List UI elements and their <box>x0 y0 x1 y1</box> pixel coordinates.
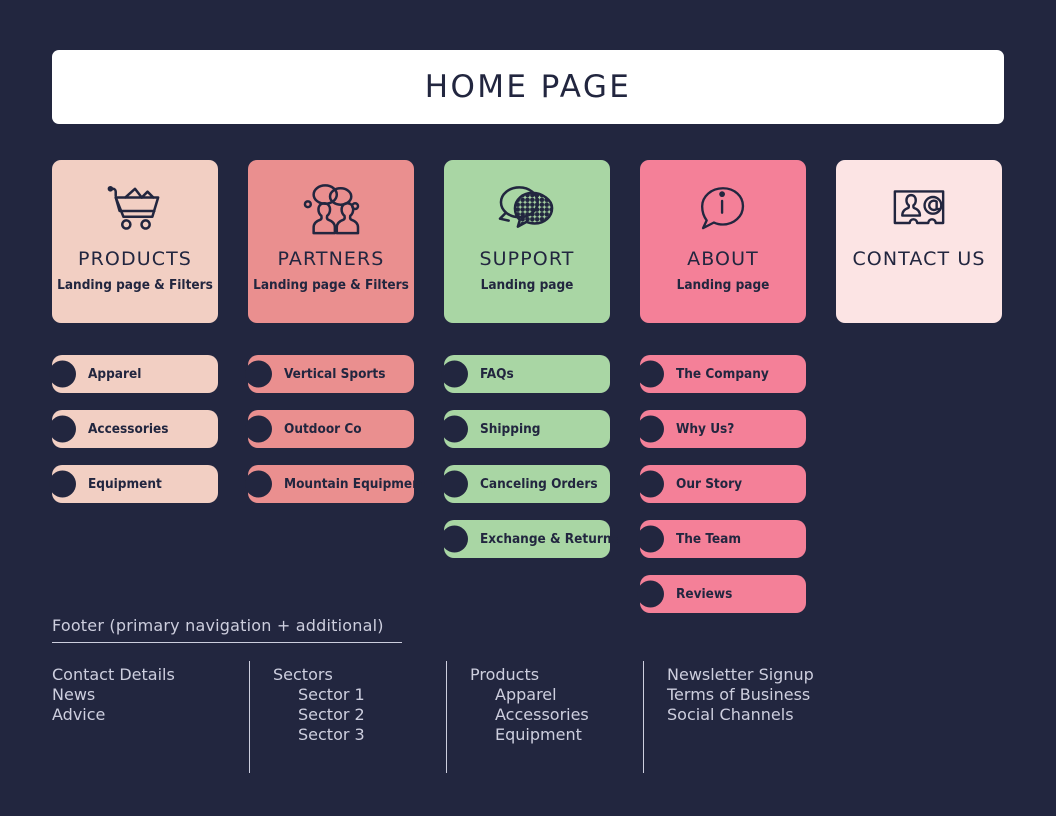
footer-link[interactable]: Accessories <box>470 705 623 725</box>
subpage-pill[interactable]: The Company <box>637 355 806 393</box>
pill-label: FAQs <box>480 366 514 382</box>
pill-bullet-icon <box>637 360 664 388</box>
subpage-column-products: Apparel Accessories Equipment <box>49 355 218 613</box>
category-card-about[interactable]: ABOUT Landing page <box>640 160 806 323</box>
pill-label: Shipping <box>480 421 541 437</box>
footer-column-0: Contact Details News Advice <box>52 665 249 777</box>
footer-column-divider <box>643 661 644 773</box>
category-card-support[interactable]: SUPPORT Landing page <box>444 160 610 323</box>
pill-bullet-icon <box>637 525 664 553</box>
subpage-pill[interactable]: Our Story <box>637 465 806 503</box>
subpage-pill[interactable]: FAQs <box>441 355 610 393</box>
category-card-title: SUPPORT <box>479 248 575 270</box>
page-title: HOME PAGE <box>424 69 632 105</box>
pill-bullet-icon <box>245 360 272 388</box>
footer-link[interactable]: Apparel <box>470 685 623 705</box>
footer-link[interactable]: Sector 3 <box>273 725 426 745</box>
info-bubble-icon <box>694 180 752 240</box>
pill-label: Why Us? <box>676 421 735 437</box>
pill-bullet-icon <box>441 525 468 553</box>
category-card-title: PARTNERS <box>277 248 385 270</box>
footer-link[interactable]: Sectors <box>273 665 426 685</box>
subpage-column-support: FAQs Shipping Canceling Orders Exchange & R… <box>441 355 619 613</box>
footer-link[interactable]: Contact Details <box>52 665 229 685</box>
contact-card-icon <box>889 180 949 240</box>
footer-column-divider <box>249 661 250 773</box>
page-header: HOME PAGE <box>52 50 1004 124</box>
category-card-subtitle: Landing page <box>480 276 574 293</box>
pill-bullet-icon <box>245 470 272 498</box>
pill-label: Accessories <box>88 421 169 437</box>
subpage-pill[interactable]: Reviews <box>637 575 806 613</box>
subpage-pill[interactable]: The Team <box>637 520 806 558</box>
subpage-pill[interactable]: Vertical Sports <box>245 355 414 393</box>
footer-column-1: Sectors Sector 1 Sector 2 Sector 3 <box>249 661 446 777</box>
pill-label: Canceling Orders <box>480 476 598 492</box>
pill-bullet-icon <box>441 360 468 388</box>
pill-bullet-icon <box>637 415 664 443</box>
shopping-cart-icon <box>104 180 166 240</box>
category-card-products[interactable]: PRODUCTS Landing page & Filters <box>52 160 218 323</box>
chat-bubbles-icon <box>496 180 558 240</box>
footer-columns: Contact Details News Advice Sectors Sector 1… <box>52 661 1004 777</box>
footer-link[interactable]: News <box>52 685 229 705</box>
subpage-column-contact <box>836 355 1002 613</box>
footer-link[interactable]: Sector 1 <box>273 685 426 705</box>
category-card-subtitle: Landing page & Filters <box>57 276 213 293</box>
subpage-pill[interactable]: Outdoor Co <box>245 410 414 448</box>
subpage-pill[interactable]: Accessories <box>49 410 218 448</box>
footer-link[interactable]: Newsletter Signup <box>667 665 863 685</box>
category-card-subtitle: Landing page <box>676 276 770 293</box>
pill-bullet-icon <box>637 580 664 608</box>
pill-label: Outdoor Co <box>284 421 362 437</box>
footer-link[interactable]: Terms of Business <box>667 685 863 705</box>
footer-link[interactable]: Equipment <box>470 725 623 745</box>
category-card-contact[interactable]: CONTACT US <box>836 160 1002 323</box>
subpage-pill[interactable]: Equipment <box>49 465 218 503</box>
pill-label: Apparel <box>88 366 142 382</box>
subpage-pill[interactable]: Canceling Orders <box>441 465 610 503</box>
subpage-columns: Apparel Accessories Equipment Vertical Spor… <box>49 355 1004 613</box>
people-group-icon <box>300 180 362 240</box>
subpage-pill[interactable]: Mountain Equipment <box>245 465 427 503</box>
footer-heading: Footer (primary navigation + additional) <box>52 616 384 635</box>
subpage-column-partners: Vertical Sports Outdoor Co Mountain Equipm… <box>245 355 427 613</box>
pill-bullet-icon <box>49 415 76 443</box>
sitemap-page: HOME PAGE PRODUCTS Landing page & Filters… <box>0 0 1056 816</box>
footer-section: Footer (primary navigation + additional)… <box>52 616 1004 777</box>
pill-label: Vertical Sports <box>284 366 386 382</box>
footer-column-divider <box>446 661 447 773</box>
category-card-row: PRODUCTS Landing page & Filters PARTNERS La… <box>52 160 1004 323</box>
pill-bullet-icon <box>441 415 468 443</box>
category-card-title: CONTACT US <box>852 248 986 270</box>
pill-label: Equipment <box>88 476 162 492</box>
pill-label: Reviews <box>676 586 733 602</box>
footer-column-3: Newsletter Signup Terms of Business Social… <box>643 661 883 777</box>
footer-link[interactable]: Products <box>470 665 623 685</box>
pill-label: Exchange & Returns <box>480 531 619 547</box>
category-card-partners[interactable]: PARTNERS Landing page & Filters <box>248 160 414 323</box>
subpage-pill[interactable]: Shipping <box>441 410 610 448</box>
pill-label: The Company <box>676 366 769 382</box>
footer-column-2: Products Apparel Accessories Equipment <box>446 661 643 777</box>
subpage-pill[interactable]: Why Us? <box>637 410 806 448</box>
subpage-pill[interactable]: Apparel <box>49 355 218 393</box>
footer-link[interactable]: Sector 2 <box>273 705 426 725</box>
pill-bullet-icon <box>637 470 664 498</box>
pill-label: The Team <box>676 531 741 547</box>
category-card-subtitle: Landing page & Filters <box>253 276 409 293</box>
footer-link[interactable]: Social Channels <box>667 705 863 725</box>
subpage-pill[interactable]: Exchange & Returns <box>441 520 619 558</box>
category-card-title: ABOUT <box>687 248 759 270</box>
pill-bullet-icon <box>441 470 468 498</box>
pill-label: Mountain Equipment <box>284 476 427 492</box>
footer-link[interactable]: Advice <box>52 705 229 725</box>
category-card-title: PRODUCTS <box>78 248 192 270</box>
pill-bullet-icon <box>49 360 76 388</box>
footer-divider-rule <box>52 642 402 643</box>
subpage-column-about: The Company Why Us? Our Story The Team Revie… <box>637 355 806 613</box>
pill-bullet-icon <box>245 415 272 443</box>
pill-label: Our Story <box>676 476 742 492</box>
pill-bullet-icon <box>49 470 76 498</box>
